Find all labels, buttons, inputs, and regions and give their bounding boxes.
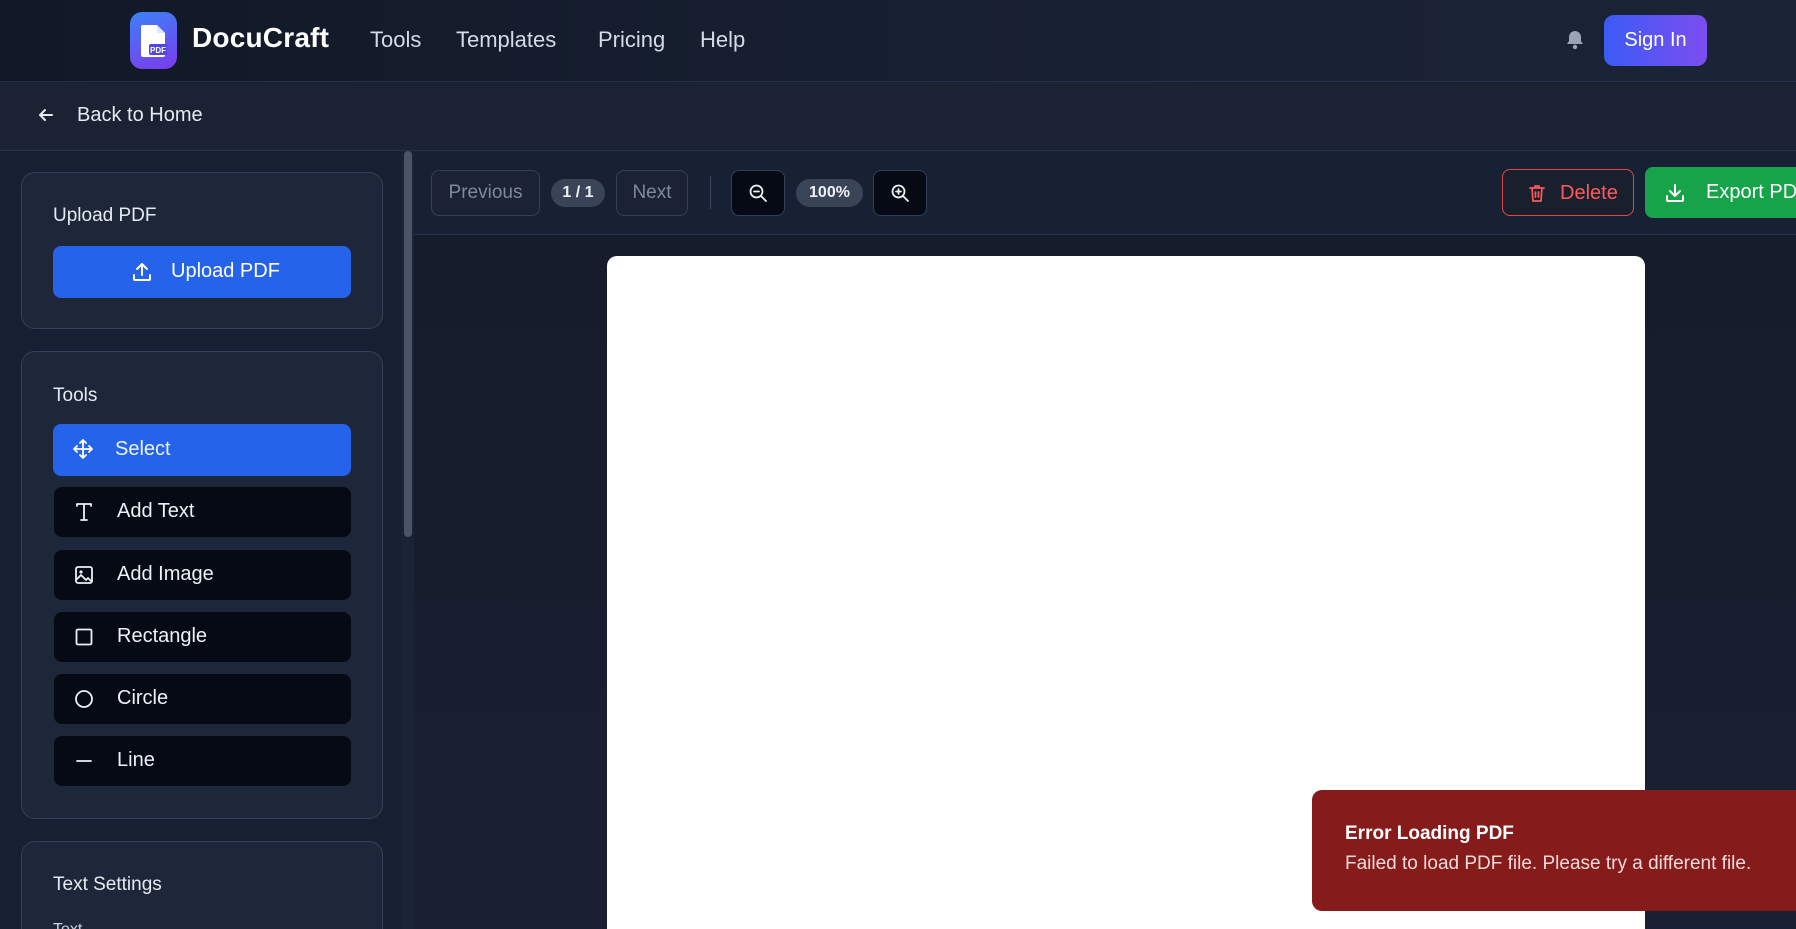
page-indicator: 1 / 1 (551, 179, 605, 207)
nav-tools[interactable]: Tools (370, 27, 421, 53)
tool-label: Circle (117, 687, 169, 709)
upload-pdf-button-label: Upload PDF (171, 260, 280, 282)
zoom-level: 100% (796, 179, 863, 207)
tool-label: Add Text (117, 500, 195, 522)
tool-line[interactable]: Line (54, 736, 351, 786)
nav-help[interactable]: Help (700, 27, 745, 53)
line-icon (76, 760, 92, 762)
download-icon (1666, 184, 1684, 202)
previous-page-button[interactable]: Previous (431, 170, 540, 216)
tool-circle[interactable]: Circle (54, 674, 351, 724)
back-to-home-link[interactable]: Back to Home (77, 104, 203, 127)
sidebar-scrollbar-thumb[interactable] (404, 151, 412, 537)
sign-in-button[interactable]: Sign In (1604, 15, 1707, 66)
brand-name[interactable]: DocuCraft (192, 22, 329, 54)
export-pdf-button[interactable]: Export PDF (1645, 167, 1796, 218)
delete-button-label: Delete (1560, 182, 1618, 204)
tool-rectangle[interactable]: Rectangle (54, 612, 351, 662)
text-icon (76, 503, 92, 521)
nav-pricing[interactable]: Pricing (598, 27, 665, 53)
upload-card-title: Upload PDF (53, 205, 157, 226)
text-settings-title: Text Settings (53, 874, 162, 895)
export-pdf-button-label: Export PDF (1706, 181, 1796, 203)
next-page-button[interactable]: Next (616, 170, 688, 216)
top-nav: PDF DocuCraft Tools Templates Pricing He… (0, 0, 1796, 82)
arrow-left-icon[interactable] (36, 105, 56, 125)
zoom-out-button[interactable] (731, 170, 785, 216)
upload-icon (133, 263, 151, 281)
tool-select[interactable]: Select (53, 424, 351, 476)
tool-add-image[interactable]: Add Image (54, 550, 351, 600)
upload-card: Upload PDF Upload PDF (21, 172, 383, 329)
trash-icon (1529, 185, 1545, 202)
move-icon (73, 439, 93, 459)
zoom-out-icon (749, 184, 767, 202)
upload-pdf-button[interactable]: Upload PDF (53, 246, 351, 298)
square-icon (75, 628, 93, 646)
tool-label: Line (117, 749, 155, 771)
tool-label: Rectangle (117, 625, 208, 647)
toast-title: Error Loading PDF (1345, 823, 1514, 844)
zoom-in-icon (891, 184, 909, 202)
tools-card-title: Tools (53, 385, 98, 406)
svg-text:PDF: PDF (150, 46, 166, 55)
error-toast: Error Loading PDF Failed to load PDF fil… (1312, 790, 1796, 911)
tools-card: Tools Select Add Text Add Image Rectangl… (21, 351, 383, 819)
toolbar-divider (710, 176, 711, 209)
text-field-label: Text (53, 921, 82, 929)
toast-message: Failed to load PDF file. Please try a di… (1345, 853, 1752, 874)
tool-label: Add Image (117, 563, 214, 585)
pdf-file-icon: PDF (140, 24, 167, 57)
bell-icon[interactable] (1563, 28, 1587, 52)
text-settings-card: Text Settings Text (21, 841, 383, 929)
tool-label: Select (115, 438, 171, 460)
image-icon (75, 566, 93, 584)
logo[interactable]: PDF (130, 12, 177, 69)
zoom-in-button[interactable] (873, 170, 927, 216)
circle-icon (75, 690, 93, 708)
tool-add-text[interactable]: Add Text (54, 487, 351, 537)
nav-templates[interactable]: Templates (456, 27, 556, 53)
back-bar (0, 82, 1796, 151)
delete-button[interactable]: Delete (1502, 169, 1634, 216)
